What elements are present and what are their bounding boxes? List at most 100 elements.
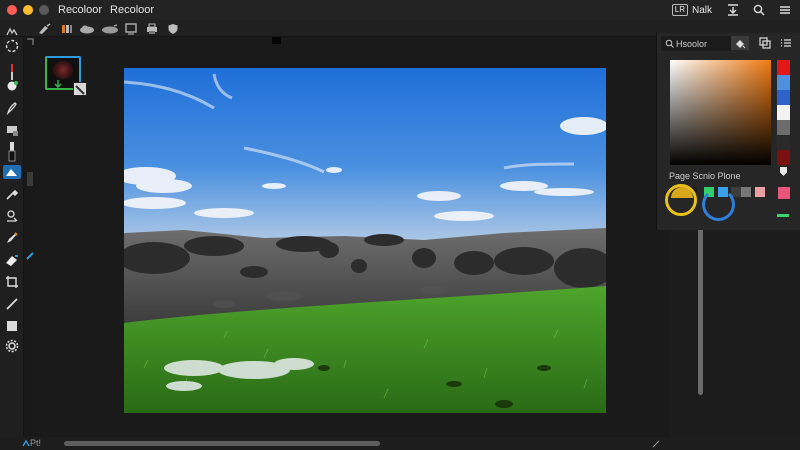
fill-button[interactable] [731, 36, 749, 50]
settings-tool[interactable] [3, 337, 21, 355]
secondary-color-ring[interactable] [702, 188, 735, 221]
eraser-tool[interactable] [3, 141, 21, 163]
landscape-photo [124, 68, 606, 413]
move-icon [6, 27, 18, 36]
fill-bucket-icon [736, 40, 746, 49]
hue-slider-thumb[interactable] [780, 167, 787, 176]
corner-icon [27, 38, 34, 45]
hue-swatch-light-blue[interactable] [777, 75, 790, 90]
cloud-shape-icon [80, 25, 94, 33]
canvas-image[interactable] [124, 68, 606, 413]
accent-color-swatch[interactable] [778, 187, 790, 199]
color-search-field[interactable]: Hsoolor [661, 36, 731, 51]
palette-swatch-6[interactable] [755, 187, 765, 197]
title-bar: Recoloor Recoloor LR Nalk [0, 0, 800, 20]
app-title: Recoloor [58, 4, 103, 16]
download-button[interactable] [722, 2, 744, 18]
blend-option-button[interactable] [100, 22, 120, 35]
brush-icon [7, 64, 18, 91]
user-name: Nalk [691, 4, 712, 16]
status-bar: Pt! [0, 437, 800, 450]
palette-label: Page Scnio Plone [669, 171, 741, 181]
user-initials: LR [671, 4, 688, 16]
gradient-icon [7, 126, 18, 136]
tool-options-strip [24, 37, 37, 440]
tool-indicator [27, 172, 33, 186]
gradient-tool[interactable] [3, 121, 21, 139]
brush-tool[interactable] [3, 61, 21, 93]
color-preview-swatch[interactable] [45, 56, 87, 96]
hue-swatch-blue[interactable] [777, 90, 790, 105]
crop-icon [6, 276, 18, 288]
title-actions: LR Nalk [671, 0, 800, 20]
document-title: Recoloor [110, 4, 155, 16]
square-icon [7, 321, 17, 331]
eraser-icon [8, 142, 16, 162]
frame-icon [125, 22, 137, 34]
minimize-window-button[interactable] [23, 5, 33, 15]
pencil-tool[interactable] [3, 229, 21, 247]
status-indicator [777, 214, 789, 217]
zoom-icon [22, 439, 30, 447]
color-bars-icon [62, 24, 72, 33]
saturation-value-field[interactable] [670, 60, 771, 165]
zoom-window-button[interactable] [39, 5, 49, 15]
resize-corner-icon [652, 440, 660, 448]
download-arrow-icon [54, 80, 62, 88]
lasso-tool[interactable] [3, 37, 21, 55]
color-picker-panel: Hsoolor Page Scnio Plone [656, 33, 800, 230]
hue-swatch-red[interactable] [777, 60, 790, 75]
print-option-button[interactable] [144, 22, 160, 35]
shape-tool[interactable] [3, 317, 21, 335]
eyedropper-icon [6, 189, 19, 200]
pen-tool[interactable] [3, 99, 21, 117]
status-text: Pt! [30, 438, 42, 448]
crop-tool[interactable] [3, 273, 21, 291]
download-icon [728, 4, 738, 16]
brush-preset-icon [39, 22, 51, 34]
current-color-glow [53, 61, 73, 79]
menu-icon [780, 6, 790, 14]
hue-swatch-white[interactable] [777, 105, 790, 120]
tool-preset-button[interactable] [36, 22, 54, 35]
heal-icon [6, 255, 18, 266]
print-icon [147, 23, 157, 34]
frame-option-button[interactable] [124, 22, 138, 35]
selection-fill-tool[interactable] [3, 165, 21, 179]
secondary-color-swatch[interactable] [73, 82, 87, 96]
pencil-icon [7, 232, 18, 243]
search-button[interactable] [748, 2, 770, 18]
color-panel-header: Hsoolor [657, 33, 800, 53]
color-mode-button[interactable] [60, 22, 74, 35]
picker-tool[interactable] [3, 295, 21, 313]
shield-option-button[interactable] [166, 22, 180, 35]
swap-icon [75, 85, 85, 95]
canvas-area[interactable] [37, 37, 703, 437]
tool-active-mark-icon [26, 252, 34, 260]
user-badge[interactable]: LR Nalk [671, 4, 712, 16]
palette-swatch-5[interactable] [741, 187, 751, 197]
shield-icon [168, 23, 178, 34]
horizontal-scrollbar[interactable] [64, 441, 380, 446]
menu-button[interactable] [774, 2, 796, 18]
picker-icon [6, 298, 18, 310]
search-icon [753, 4, 765, 16]
ruler-marker[interactable] [272, 37, 281, 44]
close-window-button[interactable] [7, 5, 17, 15]
hue-swatch-dark[interactable] [777, 135, 790, 150]
primary-color-fill-icon [671, 187, 693, 198]
pen-icon [6, 102, 17, 115]
eyedropper-tool[interactable] [3, 185, 21, 203]
selection-fill-icon [6, 169, 17, 176]
heal-tool[interactable] [3, 251, 21, 269]
list-icon [781, 39, 791, 47]
hue-swatch-maroon[interactable] [777, 150, 790, 165]
hue-strip[interactable] [777, 60, 790, 165]
shape-option-button[interactable] [78, 22, 96, 35]
clone-stamp-tool[interactable] [3, 207, 21, 225]
hue-swatch-gray[interactable] [777, 120, 790, 135]
copy-button[interactable] [757, 36, 773, 50]
list-view-button[interactable] [778, 36, 794, 50]
settings-icon [5, 339, 19, 353]
color-search-value: Hsoolor [676, 38, 708, 49]
